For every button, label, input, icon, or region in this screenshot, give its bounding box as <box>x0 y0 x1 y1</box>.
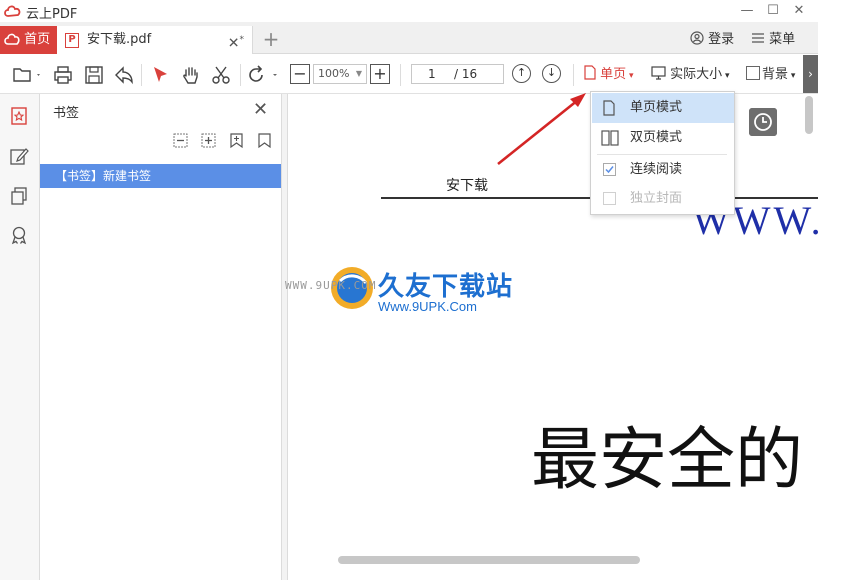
bookmark-item[interactable]: 【书签】新建书签 <box>40 164 281 188</box>
open-folder-icon[interactable] <box>12 64 42 86</box>
menu-item-double-page[interactable]: 双页模式 <box>592 123 734 153</box>
toolbar: − 100% ▼ + 1 / 16 ↑ ↓ 单页 ▾ 实际大小 ▾ 背景 ▾ <box>0 55 818 94</box>
window-margin <box>818 0 843 580</box>
thumbnails-icon[interactable] <box>9 186 29 206</box>
vertical-scrollbar[interactable] <box>805 96 813 134</box>
pdf-file-icon: P <box>65 33 79 48</box>
app-title: 云上PDF <box>26 7 78 22</box>
single-page-label: 单页 <box>600 67 627 82</box>
menu-item-continuous[interactable]: 连续阅读 <box>592 155 734 185</box>
save-icon[interactable] <box>83 64 105 86</box>
watermark-brand-text: 久友下载站 <box>378 272 514 302</box>
panel-close-icon[interactable]: ✕ <box>253 99 268 120</box>
single-page-icon <box>584 65 596 80</box>
scissors-icon[interactable] <box>210 64 232 86</box>
document-header-text: 安下载 <box>446 178 488 194</box>
background-swatch-icon <box>746 66 760 80</box>
toolbar-separator <box>573 64 574 86</box>
next-page-button[interactable]: ↓ <box>542 64 561 83</box>
bookmark-panel: 书签 ✕ 【书签】新建书签 <box>40 94 282 580</box>
tab-close-icon[interactable]: ✕* <box>228 26 244 58</box>
single-page-icon <box>603 100 615 116</box>
tab-home[interactable]: 首页 <box>0 26 57 54</box>
rotate-icon[interactable] <box>248 64 282 86</box>
toolbar-more-button[interactable]: › <box>803 55 818 93</box>
menu-item-label: 连续阅读 <box>630 162 683 177</box>
title-bar: 云上PDF — ☐ ✕ <box>0 0 818 22</box>
left-rail <box>0 94 40 580</box>
actual-size-button[interactable]: 实际大小 ▾ <box>651 64 730 86</box>
bookmark-icon[interactable] <box>256 132 273 149</box>
minimize-button[interactable]: — <box>738 2 756 20</box>
menu-icon <box>752 33 764 43</box>
watermark-url-text: Www.9UPK.Com <box>378 299 477 314</box>
checkbox-checked-icon <box>603 163 616 176</box>
current-page: 1 <box>428 67 436 81</box>
zoom-in-button[interactable]: + <box>370 64 390 84</box>
select-arrow-icon[interactable] <box>150 64 172 86</box>
view-mode-dropdown: 单页模式 双页模式 连续阅读 独立封面 <box>590 91 735 215</box>
menu-item-label: 独立封面 <box>630 191 683 206</box>
toolbar-separator <box>240 64 241 86</box>
watermark-small-text: WWW.9UPK.COM <box>285 279 377 292</box>
panel-title: 书签 <box>53 106 80 121</box>
menu-label: 菜单 <box>769 32 796 47</box>
prev-page-button[interactable]: ↑ <box>512 64 531 83</box>
tab-bar: 首页 P 安下载.pdf ✕* + 登录 菜单 <box>0 22 818 54</box>
user-icon <box>690 31 704 45</box>
tab-home-label: 首页 <box>24 32 51 47</box>
cloud-icon <box>4 33 20 45</box>
hand-tool-icon[interactable] <box>180 64 202 86</box>
menu-item-label: 单页模式 <box>630 100 683 115</box>
background-button[interactable]: 背景 ▾ <box>746 64 795 86</box>
menu-item-separate-cover[interactable]: 独立封面 <box>592 184 734 214</box>
document-headline: 最安全的 <box>531 421 804 500</box>
toolbar-separator <box>141 64 142 86</box>
red-arrow-annotation <box>497 93 586 166</box>
history-icon[interactable] <box>749 108 777 136</box>
checkbox-empty-icon <box>603 192 616 205</box>
expand-all-icon[interactable] <box>200 132 217 149</box>
tab-document[interactable]: P 安下载.pdf ✕* <box>57 26 253 54</box>
share-icon[interactable] <box>113 64 135 86</box>
zoom-out-button[interactable]: − <box>290 64 310 84</box>
actual-size-label: 实际大小 <box>670 67 723 82</box>
page-number-input[interactable]: 1 / 16 <box>411 64 504 84</box>
bookmark-star-icon[interactable] <box>9 106 29 126</box>
tab-document-label: 安下载.pdf <box>87 32 152 47</box>
monitor-icon <box>651 66 666 80</box>
app-logo-icon <box>4 5 21 17</box>
toolbar-separator <box>400 64 401 86</box>
menu-item-single-page[interactable]: 单页模式 <box>592 93 734 123</box>
collapse-all-icon[interactable] <box>172 132 189 149</box>
menu-item-label: 双页模式 <box>630 130 683 145</box>
total-pages: / 16 <box>454 67 478 81</box>
horizontal-scrollbar[interactable] <box>338 556 640 564</box>
close-window-button[interactable]: ✕ <box>790 2 808 20</box>
print-icon[interactable] <box>52 64 74 86</box>
panel-splitter[interactable] <box>282 94 288 580</box>
maximize-button[interactable]: ☐ <box>764 2 782 20</box>
background-label: 背景 <box>762 67 789 82</box>
new-tab-button[interactable]: + <box>260 26 282 54</box>
double-page-icon <box>601 130 619 146</box>
main-menu-button[interactable]: 菜单 <box>751 26 795 54</box>
add-bookmark-icon[interactable] <box>228 132 245 149</box>
annotation-edit-icon[interactable] <box>9 146 29 166</box>
login-label: 登录 <box>708 32 735 47</box>
single-page-button[interactable]: 单页 ▾ <box>584 64 634 86</box>
login-button[interactable]: 登录 <box>690 26 734 54</box>
zoom-select[interactable]: 100% ▼ <box>313 64 367 84</box>
zoom-value: 100% <box>318 67 350 80</box>
chevron-down-icon: ▼ <box>355 69 362 78</box>
badge-icon[interactable] <box>9 225 29 245</box>
